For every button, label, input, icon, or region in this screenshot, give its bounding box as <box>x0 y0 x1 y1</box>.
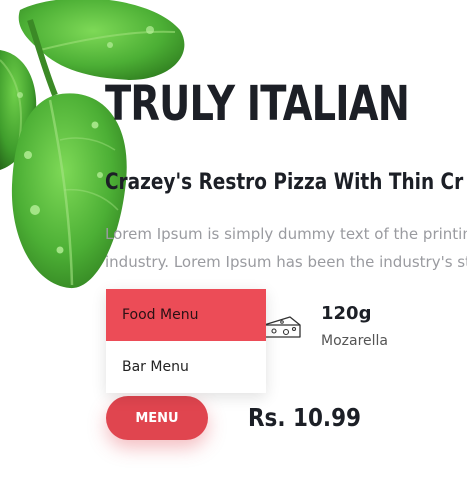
hero-title: TRULY ITALIAN <box>105 76 410 132</box>
product-weight: 120g <box>321 303 372 324</box>
hero-description: Lorem Ipsum is simply dummy text of the … <box>105 220 467 276</box>
menu-button[interactable]: MENU <box>106 396 208 440</box>
dropdown-item-food-menu[interactable]: Food Menu <box>106 289 266 341</box>
hero-subtitle: Crazey's Restro Pizza With Thin Cr <box>105 170 464 195</box>
product-price: Rs. 10.99 <box>248 403 362 432</box>
product-ingredient: Mozarella <box>321 333 388 349</box>
description-line: industry. Lorem Ipsum has been the indus… <box>105 253 467 271</box>
cheese-icon <box>263 316 301 338</box>
menu-dropdown: Food Menu Bar Menu <box>106 289 266 393</box>
description-line: Lorem Ipsum is simply dummy text of the … <box>105 225 467 243</box>
dropdown-item-bar-menu[interactable]: Bar Menu <box>106 341 266 393</box>
